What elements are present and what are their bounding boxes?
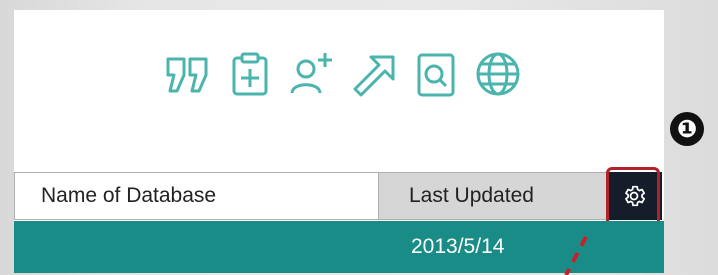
column-header-last-updated-label: Last Updated: [409, 184, 534, 207]
table-header: Name of Database Last Updated: [14, 172, 664, 220]
globe-icon[interactable]: [472, 48, 524, 100]
share-arrow-icon[interactable]: [348, 48, 400, 100]
quote-icon[interactable]: [162, 48, 214, 100]
clipboard-add-icon[interactable]: [224, 48, 276, 100]
settings-highlight-box: [606, 167, 660, 227]
add-user-icon[interactable]: [286, 48, 338, 100]
annotation-pointer-line: [564, 236, 588, 275]
column-header-name-label: Name of Database: [41, 184, 217, 207]
document-search-icon[interactable]: [410, 48, 462, 100]
last-updated-cell: 2013/5/14: [411, 235, 505, 258]
column-header-name[interactable]: Name of Database: [14, 172, 378, 220]
toolbar: [162, 44, 524, 104]
step-number: ❶: [670, 112, 704, 146]
step-1-badge: ❶: [669, 107, 705, 151]
column-header-last-updated[interactable]: Last Updated: [378, 172, 606, 220]
